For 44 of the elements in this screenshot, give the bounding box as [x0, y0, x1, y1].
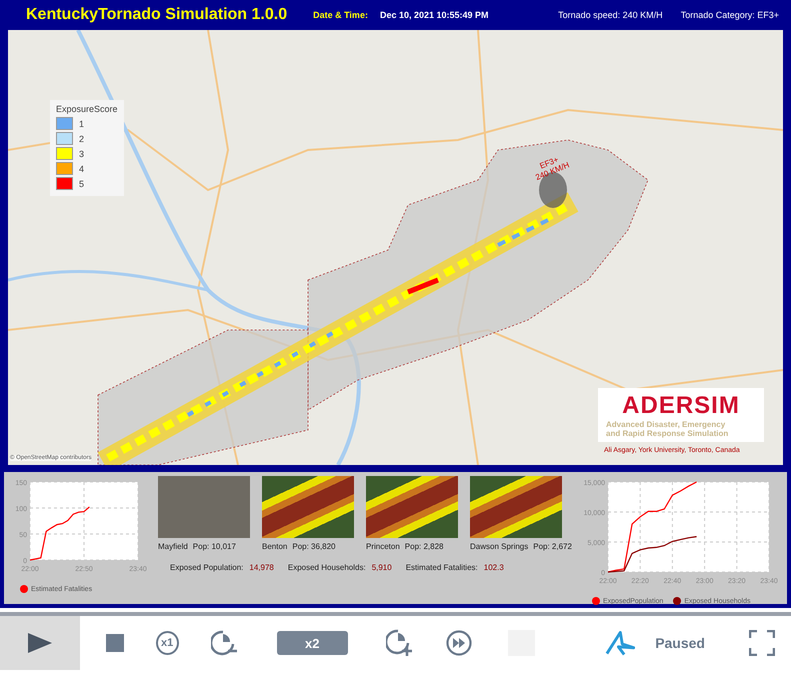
date-label: Date & Time: [313, 10, 368, 20]
stat-value: 102.3 [484, 563, 504, 572]
town-name: Princeton [366, 542, 400, 551]
stop-button[interactable] [106, 634, 124, 652]
clock-plus-icon [386, 629, 414, 657]
tornado-category: Tornado Category: EF3+ [680, 10, 779, 20]
stat-label: Estimated Fatalities: [406, 563, 478, 572]
status-label: Paused [655, 635, 705, 651]
speed-button[interactable]: x2 [276, 631, 348, 655]
logo-subtitle: and Rapid Response Simulation [606, 429, 730, 438]
stop-icon [106, 634, 124, 652]
legend-label: 5 [79, 178, 84, 188]
logo-name: ADERSIM [621, 392, 741, 420]
slower-button[interactable] [210, 630, 239, 656]
faster-button[interactable] [386, 629, 414, 657]
fullscreen-icon [749, 630, 775, 656]
play-icon [26, 632, 53, 654]
town-name: Dawson Springs [470, 542, 528, 551]
clock-minus-icon [210, 630, 239, 656]
stat-label: Exposed Population: [170, 563, 244, 572]
fullscreen-button[interactable] [749, 630, 775, 656]
town-name: Mayfield [158, 542, 188, 551]
fast-forward-icon [446, 630, 472, 656]
logo-icon [604, 630, 636, 656]
stat-value: 5,910 [372, 563, 392, 572]
legend-title: ExposureScore [56, 104, 118, 114]
town-name: Benton [262, 542, 288, 551]
legend-label: 2 [79, 134, 84, 144]
date-value: Dec 10, 2021 10:55:49 PM [380, 10, 489, 20]
tornado-speed: Tornado speed: 240 KM/H [558, 10, 663, 20]
fast-forward-button[interactable] [446, 630, 472, 656]
legend-label: 1 [79, 118, 84, 128]
app-title: KentuckyTornado Simulation 1.0.0 [26, 6, 288, 24]
town-population: Pop: 36,820 [292, 542, 336, 551]
town-population: Pop: 2,828 [404, 542, 444, 551]
legend-label: 4 [79, 164, 84, 174]
town-population: Pop: 10,017 [192, 542, 236, 551]
logo-subtitle: Advanced Disaster, Emergency [606, 420, 726, 429]
stat-label: Exposed Households: [288, 563, 366, 572]
normal-speed-button[interactable]: x1 [156, 631, 179, 655]
stat-value: 14,978 [249, 563, 274, 572]
legend-label: 3 [79, 148, 84, 158]
play-button[interactable] [0, 616, 80, 670]
town-population: Pop: 2,672 [533, 542, 572, 551]
